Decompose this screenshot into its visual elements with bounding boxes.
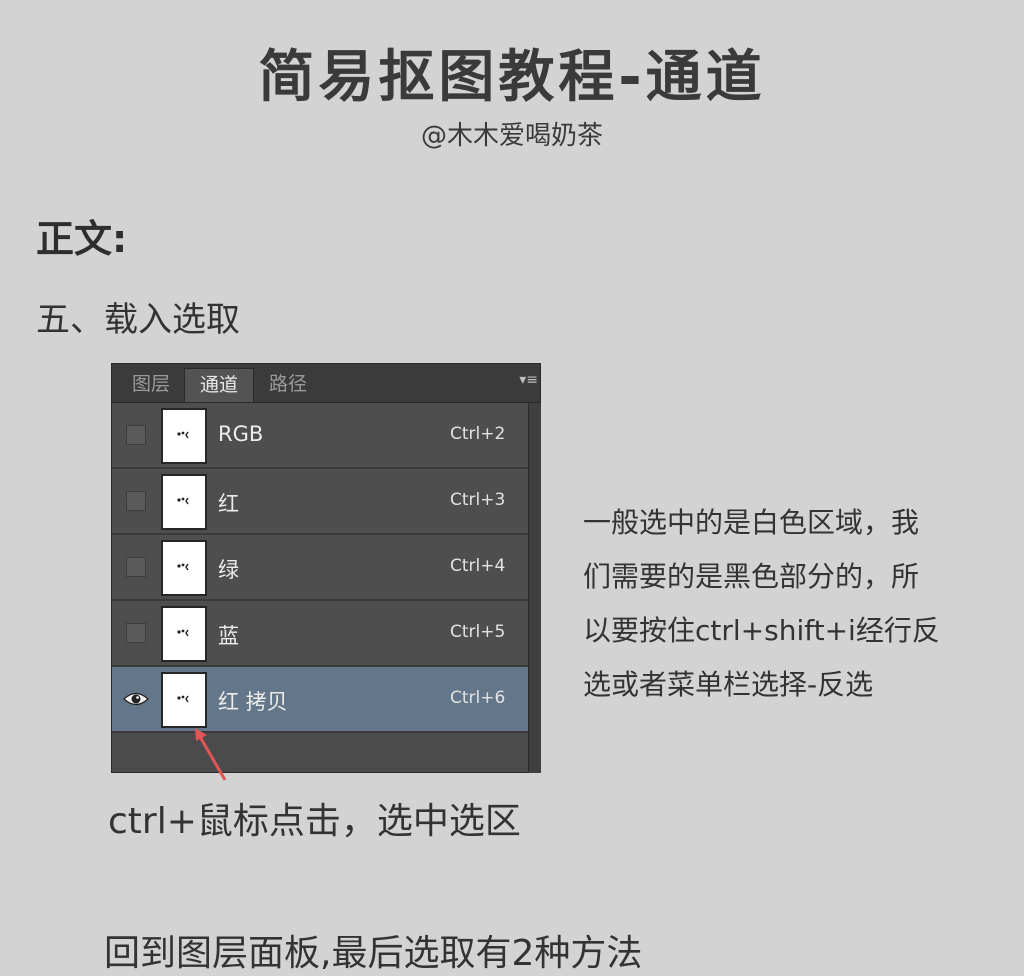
channel-shortcut: Ctrl+2	[450, 424, 506, 444]
channel-row-red-copy[interactable]: 红 拷贝 Ctrl+6	[112, 667, 528, 733]
channel-thumbnail[interactable]	[161, 474, 207, 530]
channel-name: 绿	[218, 558, 239, 582]
channel-name: RGB	[218, 422, 264, 446]
visibility-toggle[interactable]	[126, 557, 146, 577]
tab-channels[interactable]: 通道	[184, 368, 254, 402]
panel-menu-icon[interactable]: ▾≡	[519, 372, 538, 388]
page-title: 简易抠图教程-通道	[258, 45, 766, 110]
channel-thumbnail[interactable]	[161, 606, 207, 662]
channel-thumbnail[interactable]	[161, 540, 207, 596]
channel-list: RGB Ctrl+2 红 Ctrl+3 绿 Ctrl+4 蓝 Ctrl+5 红 …	[112, 403, 528, 733]
channel-row-green[interactable]: 绿 Ctrl+4	[112, 535, 528, 601]
thumbnail-mark-icon	[177, 695, 189, 703]
description-line: 以要按住ctrl+shift+i经行反	[583, 614, 940, 647]
channel-name: 红 拷贝	[218, 690, 288, 714]
channel-shortcut: Ctrl+4	[450, 556, 506, 576]
description-line: 一般选中的是白色区域，我	[583, 506, 920, 539]
channel-shortcut: Ctrl+5	[450, 622, 506, 642]
tab-layers[interactable]: 图层	[120, 368, 182, 402]
ctrl-click-caption: ctrl+鼠标点击，选中选区	[108, 801, 521, 842]
channel-row-rgb[interactable]: RGB Ctrl+2	[112, 403, 528, 469]
channel-row-red[interactable]: 红 Ctrl+3	[112, 469, 528, 535]
channel-thumbnail[interactable]	[161, 672, 207, 728]
author-credit: @木木爱喝奶茶	[420, 121, 603, 151]
footer-text: 回到图层面板,最后选取有2种方法	[104, 933, 643, 974]
arrow-icon	[195, 728, 227, 781]
thumbnail-mark-icon	[177, 563, 189, 571]
thumbnail-mark-icon	[177, 497, 189, 505]
tab-paths[interactable]: 路径	[256, 368, 320, 402]
channel-name: 红	[218, 492, 239, 516]
channel-thumbnail[interactable]	[161, 408, 207, 464]
description-line: 们需要的是黑色部分的，所	[583, 560, 920, 593]
channel-name: 蓝	[218, 624, 239, 648]
description-line: 选或者菜单栏选择-反选	[583, 668, 874, 701]
thumbnail-mark-icon	[177, 629, 189, 637]
channel-shortcut: Ctrl+6	[450, 688, 506, 708]
visibility-toggle[interactable]	[126, 623, 146, 643]
channel-shortcut: Ctrl+3	[450, 490, 506, 510]
visibility-toggle[interactable]	[126, 425, 146, 445]
description-text: 一般选中的是白色区域，我 们需要的是黑色部分的，所 以要按住ctrl+shift…	[583, 496, 983, 712]
visibility-toggle[interactable]	[126, 491, 146, 511]
step-heading: 五、载入选取	[36, 300, 240, 340]
eye-icon[interactable]	[123, 687, 149, 711]
section-heading: 正文:	[36, 217, 128, 261]
thumbnail-mark-icon	[177, 431, 189, 439]
channel-row-blue[interactable]: 蓝 Ctrl+5	[112, 601, 528, 667]
panel-tab-bar: 图层 通道 路径 ▾≡	[112, 364, 540, 403]
panel-scrollbar[interactable]	[528, 403, 541, 773]
channels-panel: 图层 通道 路径 ▾≡ RGB Ctrl+2 红 Ctrl+3 绿 Ctrl+4…	[111, 363, 541, 773]
